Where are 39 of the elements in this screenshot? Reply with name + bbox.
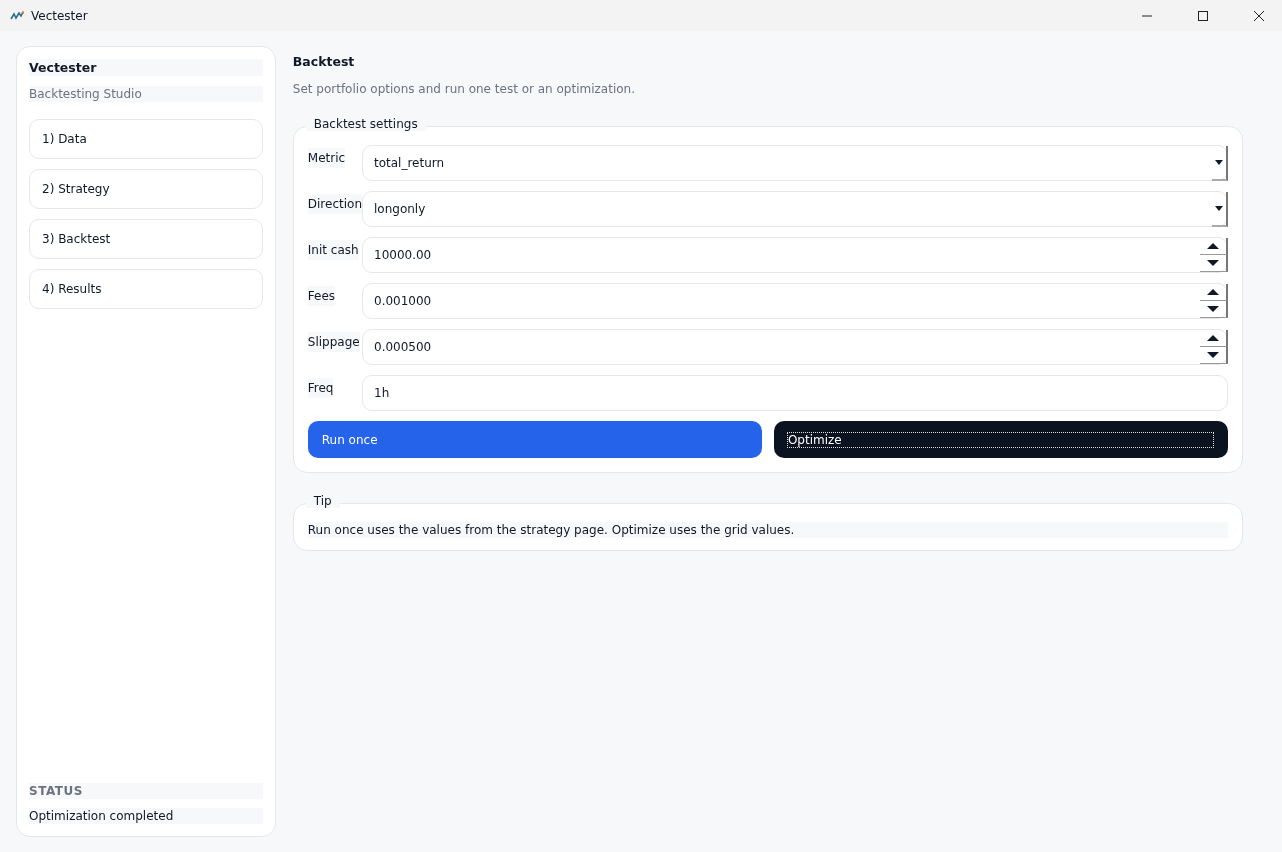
- tip-text: Run once uses the values from the strategy page. Optimize uses the grid values.: [307, 522, 1228, 538]
- nav-button[interactable]: 2) Strategy: [29, 169, 263, 209]
- spin-down-icon[interactable]: [1200, 347, 1228, 364]
- status-text: Optimization completed: [29, 808, 263, 824]
- action-button[interactable]: Optimize: [773, 421, 1228, 458]
- dropdown-arrow-icon[interactable]: [1215, 205, 1223, 211]
- spin-down-icon[interactable]: [1200, 255, 1228, 272]
- nav-button[interactable]: 4) Results: [29, 269, 263, 309]
- nav-button[interactable]: 3) Backtest: [29, 219, 263, 259]
- app-logo-icon: [10, 10, 24, 21]
- field-label: Slippage: [307, 332, 360, 352]
- field-label: Init cash: [307, 240, 359, 260]
- spin-up-icon[interactable]: [1200, 238, 1228, 255]
- app-subtitle: Backtesting Studio: [29, 86, 263, 102]
- status-heading: STATUS: [29, 783, 263, 799]
- number-field[interactable]: 0.000500: [362, 329, 1228, 365]
- maximize-icon[interactable]: [1198, 10, 1208, 21]
- number-field[interactable]: 0.001000: [362, 283, 1228, 319]
- dropdown-field[interactable]: longonly: [362, 191, 1228, 227]
- field-label: Freq: [307, 378, 334, 398]
- spin-down-icon[interactable]: [1200, 301, 1228, 318]
- number-field[interactable]: 10000.00: [362, 237, 1228, 273]
- dropdown-field[interactable]: total_return: [362, 145, 1228, 181]
- group-legend: Tip: [305, 494, 340, 508]
- nav-button[interactable]: 1) Data: [29, 119, 263, 159]
- page-title: Backtest: [292, 54, 356, 69]
- group-legend: Backtest settings: [305, 117, 426, 131]
- dropdown-arrow-icon[interactable]: [1215, 159, 1223, 165]
- close-icon[interactable]: [1254, 10, 1264, 21]
- spin-up-icon[interactable]: [1200, 284, 1228, 301]
- field-label: Fees: [307, 286, 336, 306]
- action-button[interactable]: Run once: [307, 421, 762, 458]
- page-description: Set portfolio options and run one test or an optimization.: [292, 82, 636, 96]
- field-label: Metric: [307, 148, 346, 168]
- text-field[interactable]: 1h: [362, 375, 1228, 411]
- spin-up-icon[interactable]: [1200, 330, 1228, 347]
- app-name: Vectester: [29, 59, 263, 76]
- window-title: Vectester: [31, 8, 88, 23]
- field-label: Direction: [307, 194, 362, 214]
